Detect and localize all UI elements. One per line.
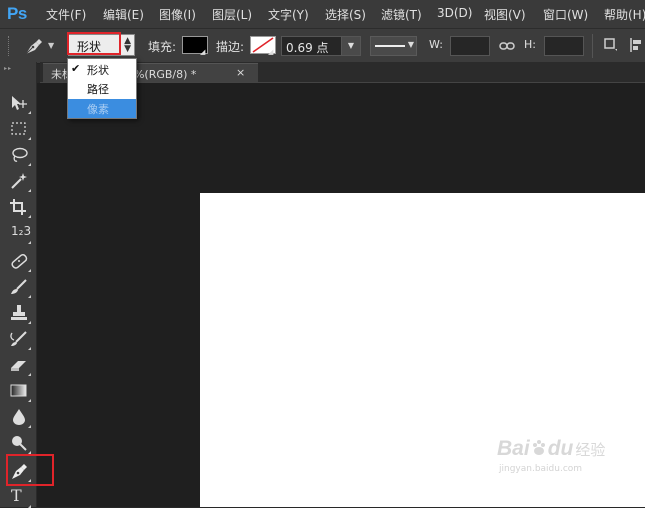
fill-label: 填充:	[148, 40, 177, 54]
stroke-type-select[interactable]: ▼	[370, 36, 417, 56]
count-icon: 1₂3	[11, 224, 32, 238]
path-alignment-icon[interactable]	[629, 38, 643, 54]
caret-icon: ◢	[268, 48, 274, 56]
dropdown-option-label: 像素	[87, 103, 109, 116]
type-icon: T	[11, 486, 22, 505]
height-input[interactable]	[544, 36, 584, 56]
watermark-brand-end: du	[547, 437, 574, 460]
tool-clone-stamp[interactable]	[6, 302, 32, 324]
spinner-arrows-icon: ▲ ▼	[124, 36, 131, 54]
menu-view[interactable]: 视图(V)	[484, 6, 526, 23]
menu-window[interactable]: 窗口(W)	[543, 6, 588, 23]
dropdown-option-shape[interactable]: ✔ 形状	[68, 60, 136, 79]
dropdown-option-pixels[interactable]: 像素	[68, 99, 136, 118]
toolbox-collapse-grip[interactable]: ▸▸	[4, 65, 12, 72]
dodge-icon	[12, 436, 27, 451]
crop-icon	[10, 199, 26, 215]
tool-magic-wand[interactable]	[6, 170, 32, 192]
dropdown-option-label: 路径	[87, 83, 109, 96]
brush-icon	[11, 279, 27, 294]
menu-bar: Ps 文件(F) 编辑(E) 图像(I) 图层(L) 文字(Y) 选择(S) 滤…	[0, 0, 645, 28]
bandage-icon	[11, 254, 28, 269]
tool-blur[interactable]	[6, 406, 32, 428]
highlight-box-mode	[67, 32, 121, 55]
baidu-jingyan-watermark: Bai du 经验 jingyan.baidu.com	[497, 437, 606, 474]
chevron-down-icon: ▼	[48, 41, 55, 50]
stroke-width-input[interactable]: 0.69 点 ▼	[281, 36, 361, 56]
menu-type[interactable]: 文字(Y)	[268, 6, 309, 23]
history-brush-icon	[10, 331, 27, 346]
checkmark-icon: ✔	[71, 62, 81, 75]
menu-file[interactable]: 文件(F)	[46, 6, 86, 23]
dropdown-option-path[interactable]: 路径	[68, 79, 136, 98]
menu-3d[interactable]: 3D(D)	[437, 6, 472, 20]
width-input[interactable]	[450, 36, 490, 56]
solid-line-preview	[375, 45, 405, 47]
menu-filter[interactable]: 滤镜(T)	[381, 6, 422, 23]
dropdown-option-label: 形状	[87, 64, 109, 77]
stroke-width-value: 0.69 点	[286, 41, 329, 55]
move-icon	[12, 96, 27, 110]
paw-icon	[530, 439, 548, 460]
watermark-url: jingyan.baidu.com	[499, 464, 583, 474]
toolbox-panel: ▸▸ 1₂3 T	[0, 62, 37, 508]
magic-wand-icon	[11, 173, 27, 189]
menu-edit[interactable]: 编辑(E)	[103, 6, 144, 23]
tool-move[interactable]	[6, 92, 32, 114]
width-label: W:	[429, 38, 443, 51]
photoshop-logo: Ps	[7, 4, 27, 23]
tool-mode-dropdown: ✔ 形状 路径 像素	[67, 58, 137, 119]
link-icon[interactable]	[499, 40, 515, 52]
highlight-box-pen-tool	[6, 454, 54, 486]
menu-image[interactable]: 图像(I)	[159, 6, 196, 23]
menu-help[interactable]: 帮助(H)	[604, 6, 645, 23]
tool-history-brush[interactable]	[6, 328, 32, 350]
close-icon[interactable]: ×	[236, 66, 245, 79]
menu-select[interactable]: 选择(S)	[325, 6, 366, 23]
rectangular-marquee-icon	[11, 122, 26, 135]
options-bar-grip[interactable]	[8, 36, 11, 56]
tool-brush[interactable]	[6, 276, 32, 298]
tool-crop[interactable]	[6, 196, 32, 218]
blur-drop-icon	[13, 409, 25, 425]
menu-layer[interactable]: 图层(L)	[212, 6, 252, 23]
divider	[592, 34, 593, 58]
gradient-icon	[10, 384, 27, 397]
tool-healing-brush[interactable]	[6, 250, 32, 272]
eraser-icon	[11, 361, 26, 371]
lasso-icon	[12, 147, 28, 162]
height-label: H:	[524, 38, 536, 51]
tool-lasso[interactable]	[6, 144, 32, 166]
stamp-icon	[11, 305, 27, 320]
tool-type[interactable]: T	[6, 486, 32, 508]
tool-marquee[interactable]	[6, 118, 32, 140]
tool-eraser[interactable]	[6, 354, 32, 376]
chevron-down-icon: ▼	[407, 40, 414, 49]
watermark-cn: 经验	[575, 441, 606, 459]
pen-icon	[25, 39, 42, 55]
tool-preset-picker[interactable]: ▼	[20, 35, 58, 57]
stroke-label: 描边:	[216, 40, 245, 54]
chevron-down-icon[interactable]: ▼	[341, 37, 360, 55]
tool-gradient[interactable]	[6, 380, 32, 402]
tool-count[interactable]: 1₂3	[6, 222, 32, 244]
caret-icon: ◢	[200, 48, 206, 56]
watermark-brand: Bai	[497, 437, 530, 460]
tool-dodge[interactable]	[6, 432, 32, 454]
path-operations-icon[interactable]	[604, 38, 618, 54]
